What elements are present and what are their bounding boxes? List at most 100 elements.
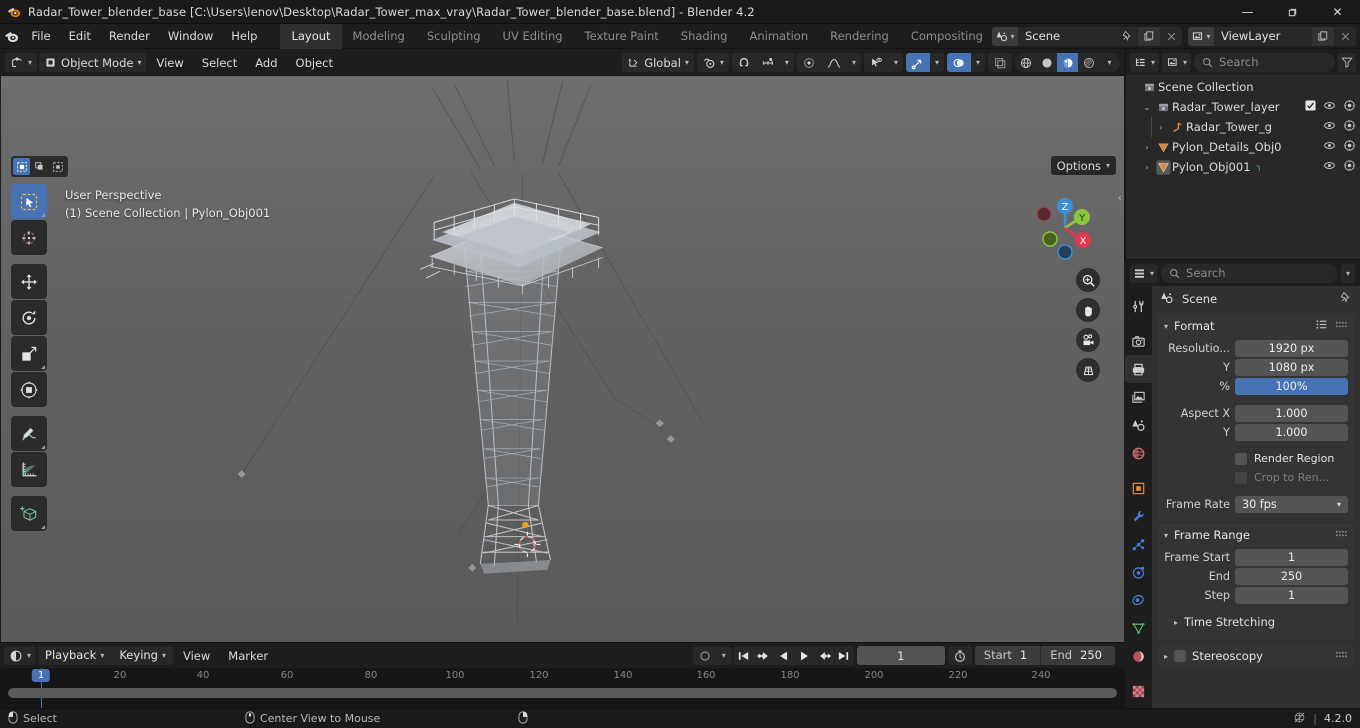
scale-tool[interactable] [11,336,47,371]
tweak-tool[interactable] [11,184,47,219]
material-preview-shading-icon[interactable] [1057,53,1078,72]
object-visibility-icon[interactable] [864,53,889,72]
outliner-editor-type-button[interactable]: ▾ [1130,52,1160,72]
outliner-tree[interactable]: Scene Collection ⌄ Radar_Tower_layer › R… [1126,75,1360,259]
pan-hand-icon[interactable] [1076,298,1100,322]
annotate-tool[interactable] [11,416,47,451]
pin-id-icon[interactable] [1339,291,1352,307]
frame-range-panel-header[interactable]: ▾ Frame Range [1157,524,1355,546]
play-reverse-icon[interactable] [774,646,794,665]
timeline-menu-view[interactable]: View [175,646,218,665]
shading-mode-group[interactable]: ▾ [1015,53,1120,72]
maximize-button[interactable] [1270,0,1315,24]
output-tab[interactable] [1125,355,1152,383]
next-keyframe-icon[interactable] [814,646,834,665]
proportional-editing-group[interactable]: ▾ [796,53,861,72]
navigation-gizmo[interactable]: Z Y X [1026,186,1104,264]
viewlayer-selector[interactable]: ▾ ViewLayer [1188,26,1356,46]
tab-texture-paint[interactable]: Texture Paint [574,24,670,49]
previous-keyframe-icon[interactable] [754,646,774,665]
chevron-right-icon[interactable]: ▸ [1164,652,1168,661]
tab-animation[interactable]: Animation [738,24,819,49]
aspect-x-field[interactable]: 1.000 [1235,405,1348,422]
show-gizmo-icon[interactable] [905,53,930,72]
end-frame-cell[interactable]: End 250 [1041,646,1115,665]
add-cube-tool[interactable] [11,496,47,531]
panel-drag-handle-icon[interactable] [1336,528,1348,542]
outliner-row-radar-tower-layer[interactable]: ⌄ Radar_Tower_layer [1126,97,1360,117]
frame-rate-dropdown[interactable]: 30 fps ▾ [1235,496,1348,513]
tab-rendering[interactable]: Rendering [819,24,900,49]
stereoscopy-checkbox[interactable] [1174,650,1187,662]
snapping-group[interactable]: ▾ [731,53,794,72]
jump-to-start-icon[interactable] [734,646,754,665]
rotate-tool[interactable] [11,300,47,335]
menu-file[interactable]: File [22,27,59,46]
play-icon[interactable] [794,646,814,665]
expand-toggle[interactable]: › [1154,123,1168,132]
viewport-menu-object[interactable]: Object [288,53,341,72]
overlays-toggle-group[interactable]: ▾ [946,53,985,72]
texture-tab[interactable] [1125,677,1152,705]
frame-end-field[interactable]: 250 [1235,568,1348,585]
gizmo-chevron-icon[interactable]: ▾ [930,53,944,72]
tab-modeling[interactable]: Modeling [342,24,416,49]
shading-chevron-icon[interactable]: ▾ [1099,53,1120,72]
jump-to-end-icon[interactable] [834,646,854,665]
panel-drag-handle-icon[interactable] [1336,649,1348,663]
properties-search-input[interactable]: Search [1161,263,1337,283]
scene-tab[interactable] [1125,411,1152,439]
camera-render-icon[interactable] [1343,99,1356,115]
transform-tool[interactable] [11,372,47,407]
resolution-percent-field[interactable]: 100% [1235,378,1348,395]
solid-shading-icon[interactable] [1036,53,1057,72]
outliner-display-mode-button[interactable]: ▾ [1162,52,1192,72]
tab-compositing[interactable]: Compositing [900,24,986,49]
eye-icon[interactable] [1323,159,1336,175]
constraints-tab[interactable] [1125,586,1152,614]
new-scene-icon[interactable] [1138,26,1160,46]
timeline-menu-marker[interactable]: Marker [220,646,276,665]
select-box-icon[interactable] [13,158,30,175]
viewport-menu-view[interactable]: View [148,53,191,72]
world-tab[interactable] [1125,439,1152,467]
expand-toggle[interactable]: › [1140,163,1154,172]
snap-options-chevron-icon[interactable]: ▾ [780,53,794,72]
frame-step-field[interactable]: 1 [1235,587,1348,604]
outliner-row-pylon-obj001[interactable]: › Pylon_Obj001 ╮ [1126,157,1360,177]
viewport-menu-select[interactable]: Select [194,53,245,72]
toggle-perspective-icon[interactable] [1076,358,1100,382]
timeline-editor-type-button[interactable]: ▾ [4,646,37,665]
presets-icon[interactable] [1315,318,1328,334]
remove-viewlayer-icon[interactable] [1334,27,1356,46]
current-frame-field[interactable]: 1 [856,646,945,665]
zoom-icon[interactable] [1076,268,1100,292]
use-preview-range-icon[interactable] [947,646,972,665]
render-region-checkbox[interactable] [1235,452,1247,465]
scene-name[interactable]: Scene [1018,26,1116,46]
resolution-y-field[interactable]: 1080 px [1235,359,1348,376]
data-tab[interactable] [1125,614,1152,642]
outliner-search-input[interactable]: Search [1194,52,1335,72]
delete-scene-icon[interactable] [1160,27,1182,46]
3d-viewport[interactable]: User Perspective (1) Scene Collection | … [1,76,1124,642]
menu-render[interactable]: Render [100,27,159,46]
tab-sculpting[interactable]: Sculpting [416,24,492,49]
proportional-falloff-icon[interactable] [821,53,847,72]
snap-target-icon[interactable] [756,53,780,72]
properties-editor-type-button[interactable]: ▾ [1130,263,1158,283]
eye-icon[interactable] [1323,99,1336,115]
tab-layout[interactable]: Layout [280,23,342,49]
render-region-checkbox-row[interactable]: Render Region [1164,450,1348,467]
select-extend-icon[interactable] [31,158,48,175]
aspect-y-field[interactable]: 1.000 [1235,424,1348,441]
transform-orientation-selector[interactable]: Global ▾ [622,53,694,72]
close-button[interactable]: ✕ [1315,0,1360,24]
options-button[interactable]: Options ▾ [1050,156,1116,175]
panel-drag-handle-icon[interactable] [1336,319,1348,333]
minimize-button[interactable]: — [1225,0,1270,24]
menu-window[interactable]: Window [159,27,222,46]
particles-tab[interactable] [1125,530,1152,558]
auto-keying-chevron-icon[interactable]: ▾ [717,646,731,665]
auto-keying-record-icon[interactable] [693,646,717,665]
